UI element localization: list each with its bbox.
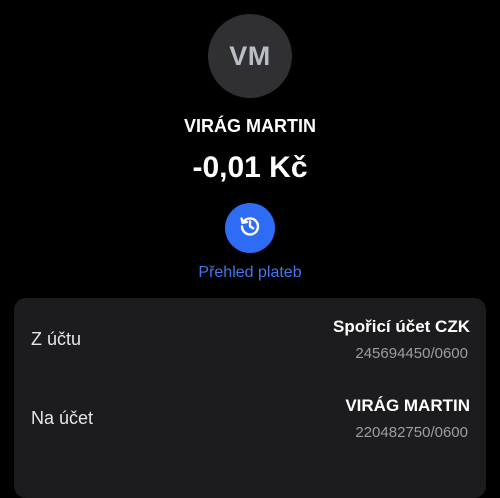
to-account-name: VIRÁG MARTIN (345, 396, 470, 415)
from-account-number: 245694450/0600 (355, 345, 468, 362)
from-account-label: Z účtu (31, 329, 82, 349)
from-account-name: Spořicí účet CZK (333, 317, 470, 336)
account-details-card: Z účtu Spořicí účet CZK 245694450/0600 N… (14, 298, 486, 498)
to-account-row: Na účet VIRÁG MARTIN 220482750/0600 (14, 378, 486, 448)
payment-history-button[interactable] (225, 203, 275, 253)
recipient-name: VIRÁG MARTIN (184, 116, 316, 136)
from-account-row: Z účtu Spořicí účet CZK 245694450/0600 (14, 298, 486, 368)
payment-amount: -0,01 Kč (192, 151, 308, 184)
to-account-number: 220482750/0600 (355, 424, 468, 441)
to-account-label: Na účet (31, 408, 94, 428)
payment-history-link[interactable]: Přehled plateb (0, 264, 500, 282)
history-icon (238, 214, 262, 243)
avatar: VM (208, 14, 292, 98)
